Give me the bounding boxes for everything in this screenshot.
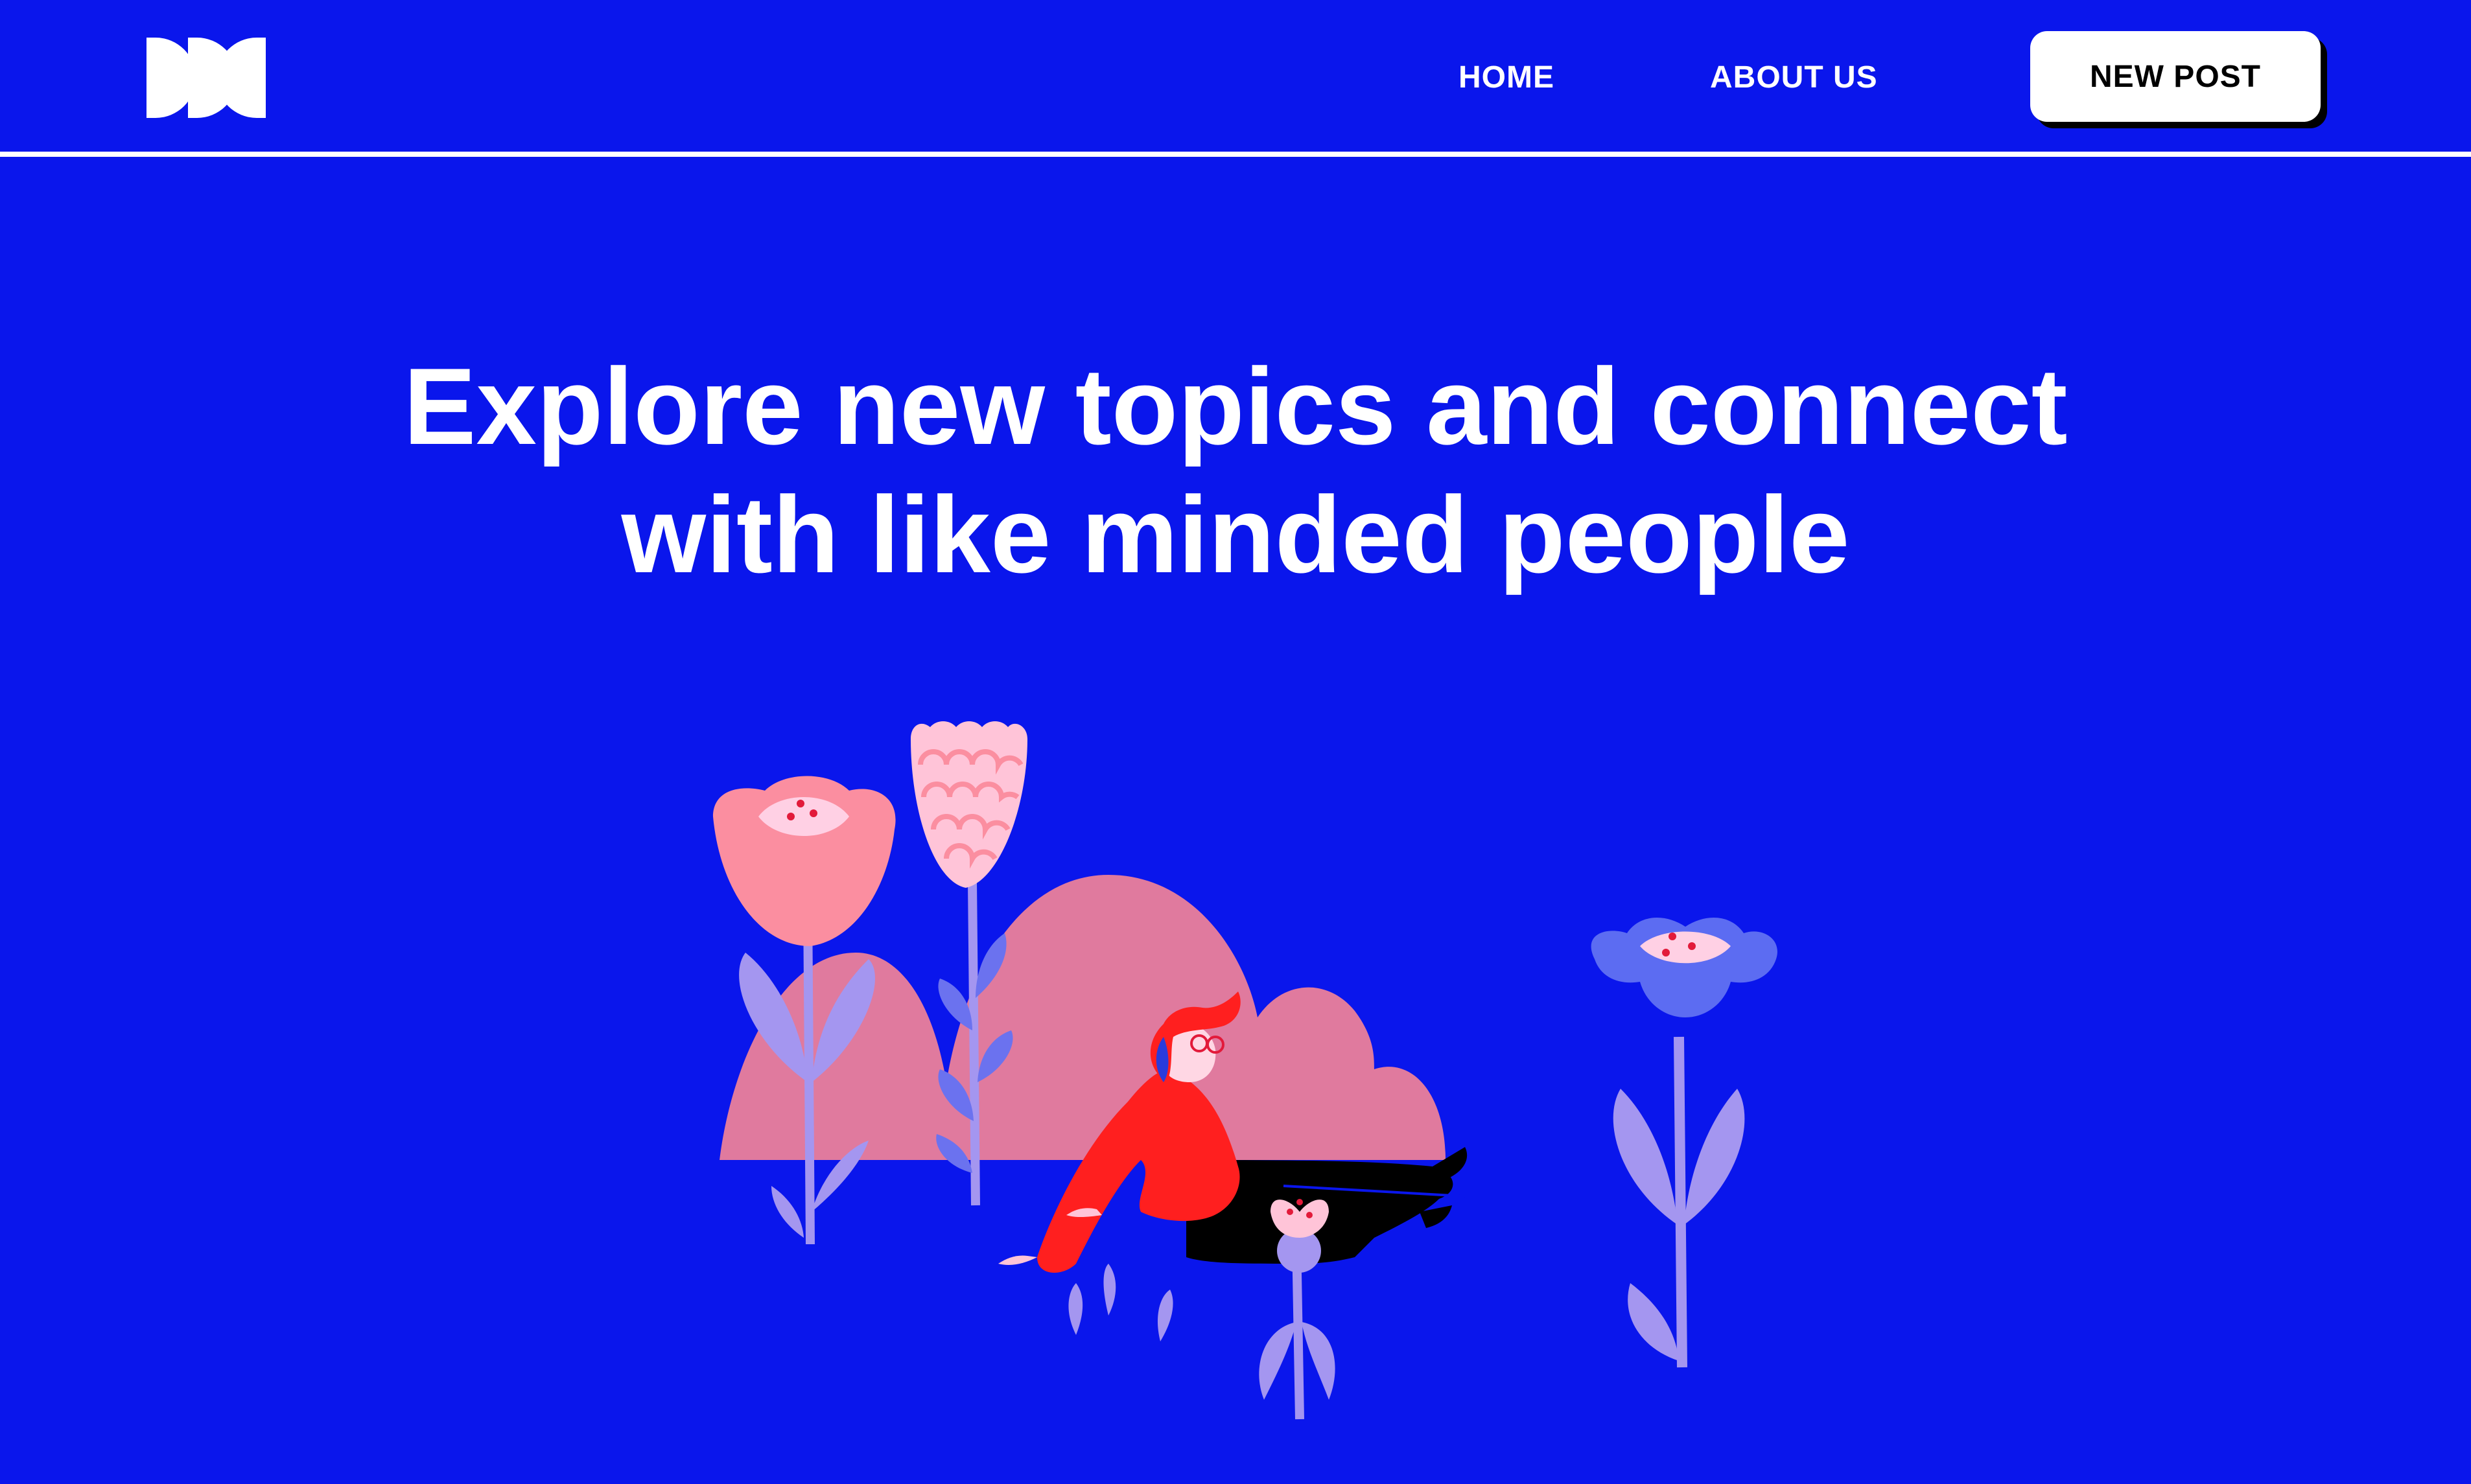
top-navigation-bar: HOME ABOUT US NEW POST [0, 0, 2471, 157]
landing-page: HOME ABOUT US NEW POST Explore new topic… [0, 0, 2471, 1484]
ddc-logo-icon[interactable] [146, 38, 266, 118]
nav-home-link[interactable]: HOME [1458, 60, 1554, 95]
header-divider [0, 152, 2471, 157]
new-post-button[interactable]: NEW POST [2030, 31, 2321, 122]
person-relaxing-in-flowers-illustration [687, 719, 1789, 1471]
hero-title-line-1: Explore new topics and connect [403, 345, 2068, 467]
hero-title: Explore new topics and connect with like… [0, 342, 2471, 599]
hero-title-line-2: with like minded people [621, 474, 1850, 596]
nav-about-us-link[interactable]: ABOUT US [1710, 60, 1878, 95]
